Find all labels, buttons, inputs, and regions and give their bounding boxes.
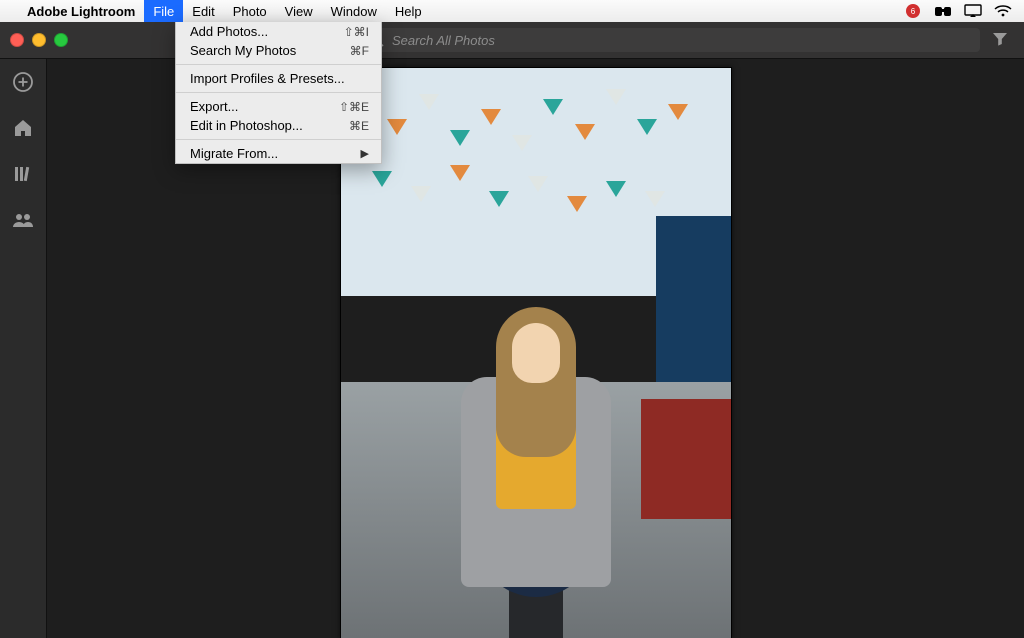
lightroom-window bbox=[0, 22, 1024, 638]
menu-help[interactable]: Help bbox=[386, 0, 431, 22]
search-input[interactable] bbox=[390, 32, 970, 49]
window-zoom-button[interactable] bbox=[54, 33, 68, 47]
app-menu[interactable]: Adobe Lightroom bbox=[18, 0, 144, 22]
menu-item-label: Edit in Photoshop... bbox=[190, 118, 303, 133]
photo-preview[interactable] bbox=[340, 67, 732, 638]
menu-window[interactable]: Window bbox=[322, 0, 386, 22]
menu-item-shortcut: ⌘E bbox=[349, 119, 369, 133]
menu-item-shortcut: ⌘F bbox=[350, 44, 369, 58]
app-toolbar bbox=[0, 22, 1024, 59]
wifi-icon[interactable] bbox=[994, 4, 1012, 18]
workspace bbox=[0, 59, 1024, 638]
menu-file[interactable]: File bbox=[144, 0, 183, 22]
menu-separator bbox=[176, 64, 381, 65]
menu-separator bbox=[176, 139, 381, 140]
mac-status-area: 6 bbox=[904, 3, 1018, 19]
left-sidebar bbox=[0, 59, 47, 638]
library-icon bbox=[13, 165, 33, 183]
home-button[interactable] bbox=[12, 117, 34, 139]
menu-item-label: Import Profiles & Presets... bbox=[190, 71, 345, 86]
menu-migrate-from[interactable]: Migrate From... ▶ bbox=[176, 144, 381, 163]
menu-edit[interactable]: Edit bbox=[183, 0, 223, 22]
filter-button[interactable] bbox=[986, 32, 1014, 49]
menu-add-photos[interactable]: Add Photos... ⇧⌘I bbox=[176, 22, 381, 41]
menu-item-label: Export... bbox=[190, 99, 238, 114]
menu-export[interactable]: Export... ⇧⌘E bbox=[176, 97, 381, 116]
menu-item-label: Add Photos... bbox=[190, 24, 268, 39]
library-button[interactable] bbox=[12, 163, 34, 185]
mac-menubar: Adobe Lightroom File Edit Photo View Win… bbox=[0, 0, 1024, 23]
menu-photo[interactable]: Photo bbox=[224, 0, 276, 22]
menu-item-shortcut: ⇧⌘I bbox=[344, 25, 369, 39]
menu-view[interactable]: View bbox=[276, 0, 322, 22]
add-icon bbox=[12, 71, 34, 93]
people-icon bbox=[12, 212, 34, 228]
search-bar[interactable] bbox=[360, 28, 980, 52]
window-controls bbox=[10, 33, 68, 47]
window-close-button[interactable] bbox=[10, 33, 24, 47]
menu-search-my-photos[interactable]: Search My Photos ⌘F bbox=[176, 41, 381, 60]
add-photo-button[interactable] bbox=[12, 71, 34, 93]
menu-item-label: Search My Photos bbox=[190, 43, 296, 58]
binoculars-icon[interactable] bbox=[934, 4, 952, 18]
menu-import-profiles[interactable]: Import Profiles & Presets... bbox=[176, 69, 381, 88]
home-icon bbox=[13, 118, 33, 138]
people-button[interactable] bbox=[12, 209, 34, 231]
submenu-arrow-icon: ▶ bbox=[361, 147, 369, 160]
airplay-icon[interactable] bbox=[964, 4, 982, 18]
menu-item-label: Migrate From... bbox=[190, 146, 278, 161]
menu-edit-in-photoshop[interactable]: Edit in Photoshop... ⌘E bbox=[176, 116, 381, 135]
photo-subject bbox=[456, 307, 616, 637]
photo-storefront bbox=[641, 399, 731, 519]
file-dropdown: Add Photos... ⇧⌘I Search My Photos ⌘F Im… bbox=[175, 22, 382, 164]
menu-item-shortcut: ⇧⌘E bbox=[339, 100, 369, 114]
window-minimize-button[interactable] bbox=[32, 33, 46, 47]
menu-separator bbox=[176, 92, 381, 93]
funnel-icon bbox=[992, 32, 1008, 46]
notification-red-icon[interactable]: 6 bbox=[904, 3, 922, 19]
svg-text:6: 6 bbox=[911, 7, 916, 16]
